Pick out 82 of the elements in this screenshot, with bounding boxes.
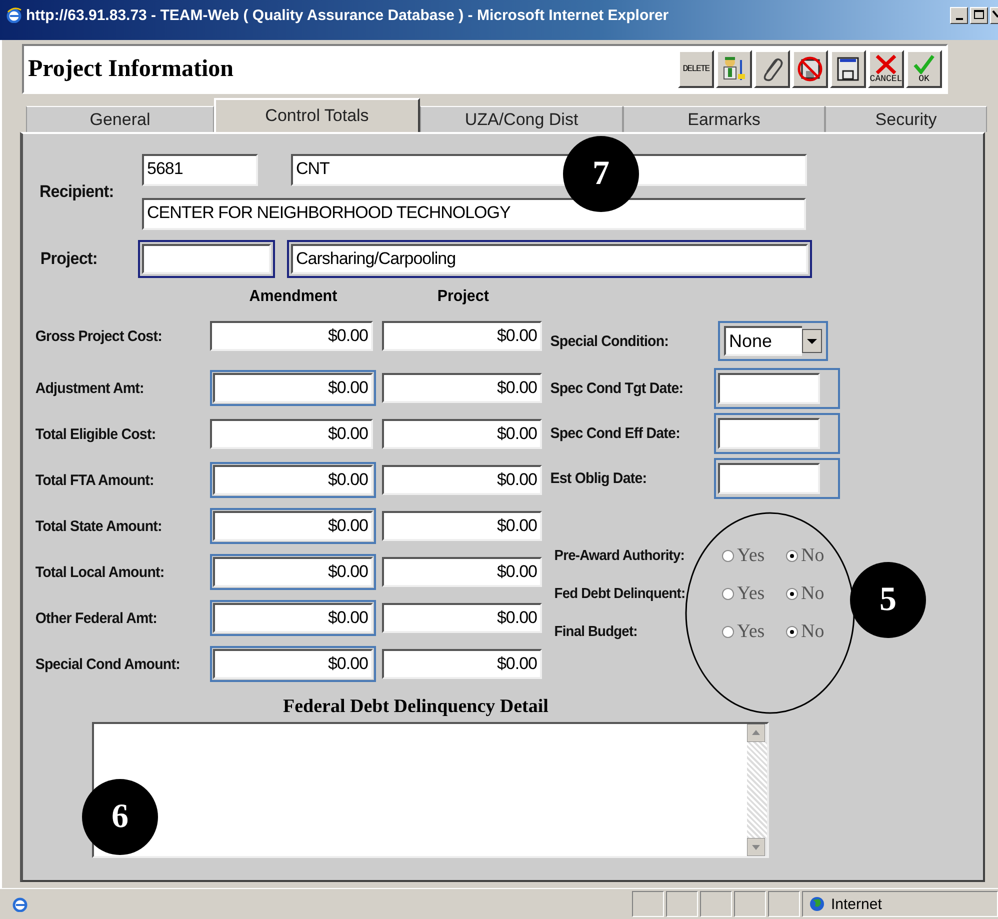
field-label: Other Federal Amt: [35, 610, 158, 626]
tab[interactable]: UZA/Cong Dist [420, 106, 623, 132]
text-field[interactable]: CENTER FOR NEIGHBORHOOD TECHNOLOGY [142, 198, 806, 230]
field-label: Spec Cond Tgt Date: [550, 380, 684, 397]
tab[interactable]: Control Totals [214, 98, 420, 132]
field-label: Total FTA Amount: [35, 472, 155, 488]
radio-option[interactable]: Yes [722, 621, 786, 643]
field-label: Final Budget: [554, 624, 638, 640]
maximize-icon [973, 9, 985, 21]
text-field[interactable]: Carsharing/Carpooling [287, 240, 812, 278]
page-title: Project Information [28, 56, 234, 82]
dropdown-arrow-icon [802, 329, 822, 353]
close-button[interactable] [990, 6, 998, 24]
field-label: Est Oblig Date: [550, 470, 648, 487]
amount-field[interactable]: $0.00 [210, 646, 376, 682]
field-label: Fed Debt Delinquent: [554, 586, 686, 602]
amount-field[interactable]: $0.00 [382, 557, 542, 587]
date-field[interactable] [714, 458, 840, 499]
tab[interactable]: Security [825, 106, 987, 132]
date-field[interactable] [714, 413, 840, 454]
amount-field[interactable]: $0.00 [210, 554, 376, 590]
amount-field[interactable]: $0.00 [382, 649, 542, 679]
amount-field[interactable]: $0.00 [210, 508, 376, 544]
save-button[interactable] [830, 50, 866, 88]
field-label: Pre-Award Authority: [554, 548, 686, 564]
text-field[interactable] [138, 240, 275, 278]
paperclip-button[interactable] [754, 50, 790, 88]
amount-field[interactable]: $0.00 [210, 370, 376, 406]
date-field[interactable] [714, 368, 840, 409]
cancel-button[interactable]: CANCEL [868, 50, 904, 88]
page-icon [12, 896, 28, 912]
field-label: Total Eligible Cost: [35, 426, 157, 442]
globe-icon [809, 896, 825, 912]
window-title: http://63.91.83.73 - TEAM-Web ( Quality Assurance Database ) - Microsoft Internet Explorer [26, 6, 669, 24]
field-label: Adjustment Amt: [35, 380, 145, 396]
ok-button[interactable]: OK [906, 50, 942, 88]
field-label: Special Cond Amount: [35, 656, 181, 672]
browser-icon [6, 7, 22, 23]
amount-field[interactable]: $0.00 [210, 462, 376, 498]
check-icon [912, 54, 936, 74]
amount-field[interactable]: $0.00 [210, 416, 376, 452]
column-header: Project [437, 288, 489, 307]
amount-field[interactable]: $0.00 [382, 465, 542, 495]
field-label: Project: [39, 249, 98, 269]
maximize-button[interactable] [970, 6, 988, 24]
no-save-icon [795, 54, 825, 84]
text-field[interactable]: 5681 [142, 154, 258, 186]
amount-field[interactable]: $0.00 [382, 321, 542, 351]
no-save-button[interactable] [792, 50, 828, 88]
radio-option[interactable]: No [786, 545, 850, 567]
field-label: Special Condition: [550, 332, 670, 350]
text-area[interactable] [92, 722, 769, 858]
column-header: Amendment [249, 288, 337, 307]
status-pane [700, 891, 732, 917]
amount-field[interactable]: $0.00 [210, 600, 376, 636]
minimize-button[interactable] [950, 6, 968, 24]
minimize-icon [956, 18, 962, 20]
field-label: Total State Amount: [35, 518, 163, 534]
status-pane [734, 891, 766, 917]
tab[interactable]: Earmarks [623, 106, 825, 132]
amount-field[interactable]: $0.00 [382, 373, 542, 403]
status-pane [666, 891, 698, 917]
field-label: Recipient: [38, 182, 115, 202]
amount-field[interactable]: $0.00 [382, 419, 542, 449]
zone-label: Internet [831, 896, 882, 912]
radio-option[interactable]: No [786, 621, 850, 643]
field-label: Total Local Amount: [35, 564, 166, 580]
radio-option[interactable]: Yes [722, 545, 786, 567]
field-label: Spec Cond Eff Date: [550, 425, 681, 442]
tab[interactable]: General [26, 106, 214, 132]
delete-button[interactable]: DELETE [678, 50, 714, 88]
status-pane [632, 891, 664, 917]
amount-field[interactable]: $0.00 [210, 318, 376, 354]
amount-field[interactable]: $0.00 [382, 603, 542, 633]
radio-option[interactable]: No [786, 583, 850, 605]
amount-field[interactable]: $0.00 [382, 511, 542, 541]
radio-option[interactable]: Yes [722, 583, 786, 605]
special-condition-dropdown[interactable]: None [718, 321, 828, 361]
section-title: Federal Debt Delinquency Detail [283, 696, 548, 718]
status-pane [768, 891, 800, 917]
person-button[interactable] [716, 50, 752, 88]
field-label: Gross Project Cost: [35, 328, 163, 344]
